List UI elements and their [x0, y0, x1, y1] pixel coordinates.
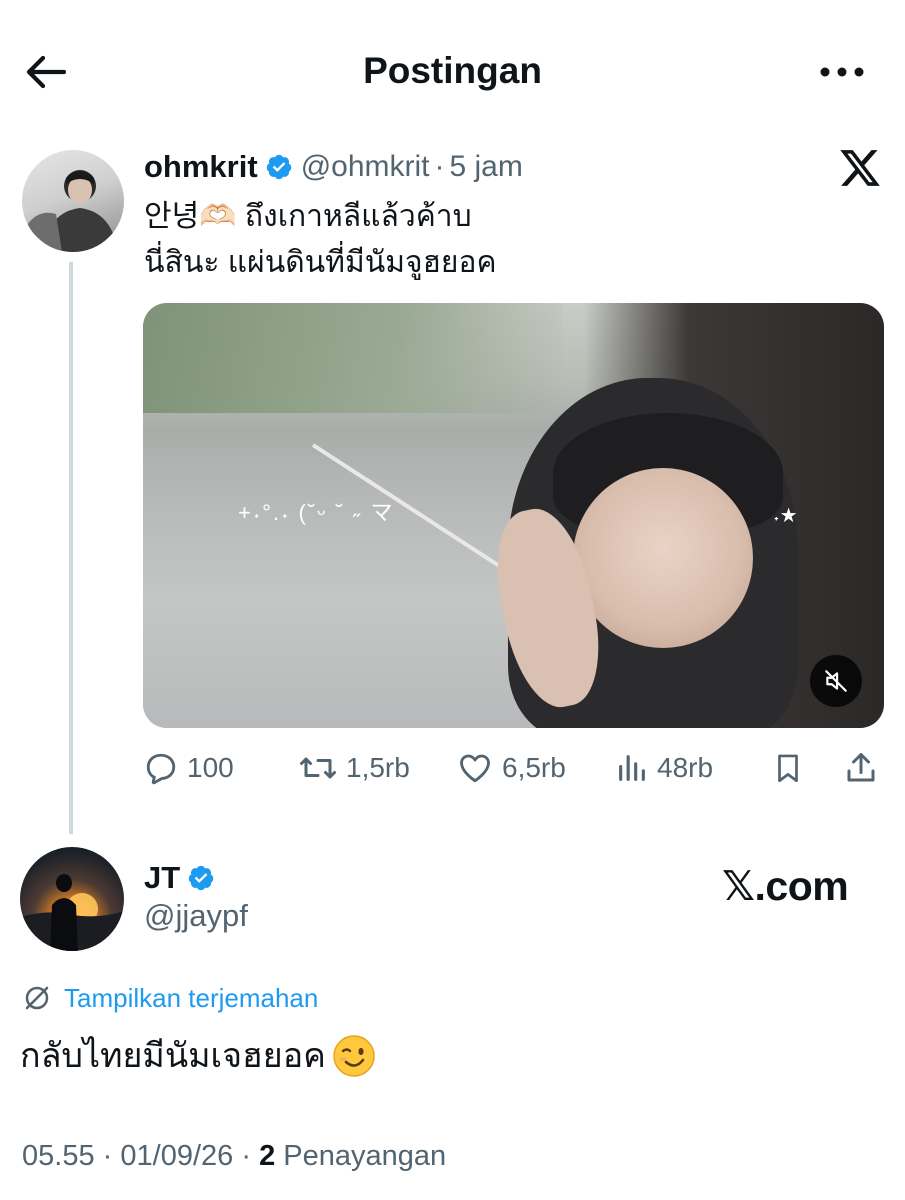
x-logo-icon	[838, 146, 882, 190]
reply-button[interactable]: 100	[143, 745, 234, 791]
repost-button[interactable]: 1,5rb	[298, 745, 410, 791]
video-sticker-star: ˖★	[773, 505, 798, 527]
x-com-watermark: 𝕏.com	[722, 863, 849, 909]
reply-icon	[146, 753, 176, 785]
reply-author-name[interactable]: JT	[144, 860, 180, 896]
like-count: 6,5rb	[502, 752, 566, 783]
author-handle[interactable]: @ohmkrit	[301, 150, 430, 184]
like-button[interactable]: 6,5rb	[456, 745, 566, 791]
video-sticker-text: +˖°.˖ (˘ᵕ ˘ ˶ マ	[238, 500, 395, 525]
verified-badge-icon	[187, 864, 215, 892]
repost-count: 1,5rb	[346, 752, 410, 783]
reply-author-handle[interactable]: @jjaypf	[144, 898, 248, 934]
meta-date: 01/09/26	[120, 1140, 234, 1172]
reply-avatar[interactable]	[20, 847, 124, 951]
author-name[interactable]: ohmkrit	[144, 149, 258, 185]
avatar-image	[24, 170, 118, 252]
post-text-line-1: 안녕🫶🏻 ถึงเกาหลีแล้วค้าบ	[144, 200, 472, 233]
views-button[interactable]: 48rb	[615, 745, 713, 791]
reply-text-content: กลับไทยมีนัมเจฮยอค	[20, 1037, 326, 1075]
post-meta: 05.55 · 01/09/26 · 2 Penayangan	[22, 1140, 446, 1173]
views-count: 48rb	[657, 752, 714, 783]
meta-separator: ·	[241, 1140, 251, 1172]
top-bar: Postingan	[0, 0, 905, 140]
heart-icon	[460, 754, 490, 783]
reply-count: 100	[187, 752, 234, 783]
analytics-bars-icon	[619, 755, 645, 781]
meta-views-count: 2	[259, 1140, 276, 1172]
meta-time: 05.55	[22, 1140, 95, 1172]
bookmark-icon	[778, 754, 798, 783]
reply-author-row: JT	[144, 858, 215, 898]
wink-emoji-icon	[333, 1035, 375, 1077]
repost-icon	[300, 757, 336, 779]
video-scenery	[143, 303, 563, 413]
more-horizontal-icon	[820, 67, 864, 77]
share-icon	[847, 753, 875, 782]
avatar[interactable]	[22, 150, 124, 252]
post-timestamp[interactable]: 5 jam	[450, 150, 523, 184]
meta-separator: ·	[102, 1140, 113, 1172]
separator-dot: ·	[434, 150, 445, 183]
more-options-button[interactable]	[812, 50, 872, 94]
post-actions: 100 1,5rb 6,5rb 48rb	[143, 745, 883, 791]
translate-link[interactable]: Tampilkan terjemahan	[22, 980, 318, 1016]
bookmark-button[interactable]	[771, 745, 805, 791]
reply-text: กลับไทยมีนัมเจฮยอค	[20, 1030, 376, 1082]
verified-badge-icon	[265, 153, 293, 181]
translate-label: Tampilkan terjemahan	[64, 982, 319, 1013]
post-author-row: ohmkrit @ohmkrit · 5 jam	[144, 142, 523, 192]
mute-button[interactable]	[810, 655, 862, 707]
translate-globe-icon	[25, 986, 49, 1010]
post-text: 안녕🫶🏻 ถึงเกาหลีแล้วค้าบ นี่สินะ แผ่นดินที…	[144, 194, 497, 286]
page-title: Postingan	[363, 50, 542, 91]
video-person-face	[573, 468, 753, 648]
share-button[interactable]	[843, 745, 879, 791]
reply-avatar-image	[20, 874, 124, 951]
post-video[interactable]: +˖°.˖ (˘ᵕ ˘ ˶ マ ˖★	[143, 303, 884, 728]
meta-views-label[interactable]: Penayangan	[283, 1140, 446, 1172]
thread-connector-line	[69, 262, 73, 834]
volume-muted-icon	[825, 670, 847, 692]
post-text-line-2: นี่สินะ แผ่นดินที่มีนัมจูฮยอค	[144, 246, 497, 279]
